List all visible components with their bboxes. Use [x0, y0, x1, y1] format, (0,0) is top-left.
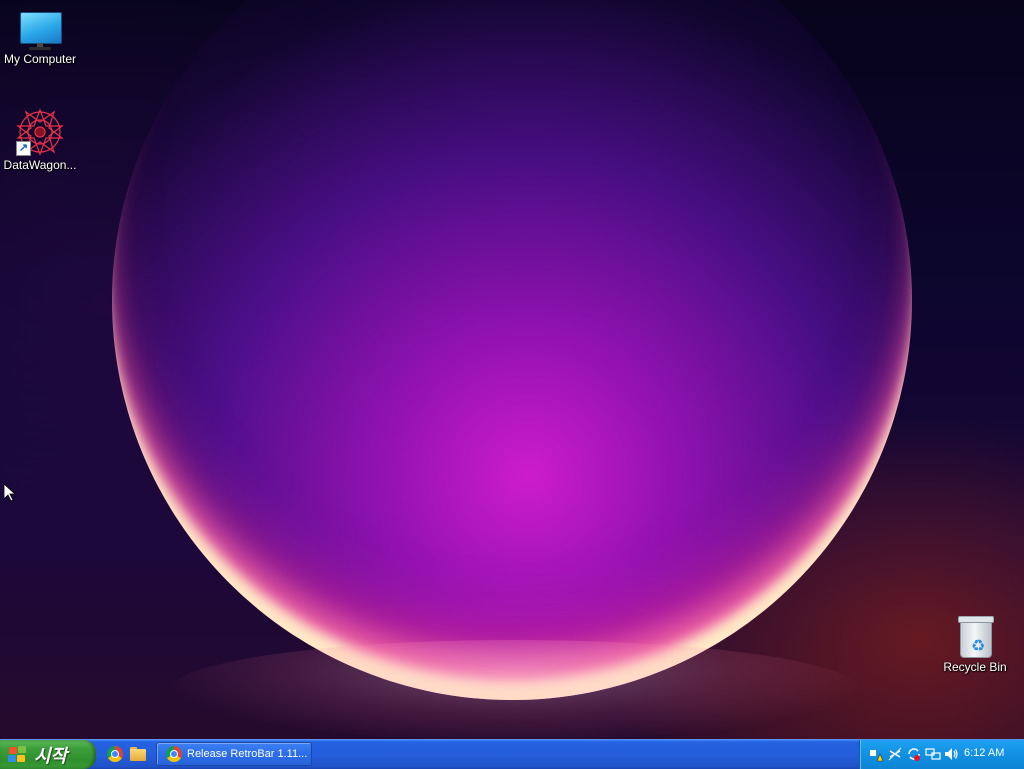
network-warning-icon[interactable]: [868, 746, 884, 762]
system-tray: 6:12 AM: [859, 740, 1024, 769]
quick-launch-chrome[interactable]: [106, 745, 124, 763]
sync-icon[interactable]: [906, 746, 922, 762]
bluetooth-icon[interactable]: [887, 746, 903, 762]
taskbar-window-button[interactable]: Release RetroBar 1.11...: [156, 742, 312, 766]
desktop[interactable]: My Computer ↗ DataWagon... ♻ Recycle Bin: [0, 0, 1024, 739]
network-icon[interactable]: [925, 746, 941, 762]
desktop-icon-label: Recycle Bin: [943, 660, 1007, 674]
volume-icon[interactable]: [943, 746, 959, 762]
recycle-bin-icon: ♻: [956, 614, 994, 658]
shortcut-arrow-icon: ↗: [16, 141, 31, 156]
start-label: 시작: [34, 745, 68, 766]
folder-icon: [130, 747, 146, 761]
wallpaper-orb: [112, 0, 912, 700]
wallpaper-glow: [170, 640, 860, 739]
desktop-icon-my-computer[interactable]: My Computer: [0, 10, 80, 66]
chrome-icon: [107, 746, 123, 762]
desktop-icon-recycle-bin[interactable]: ♻ Recycle Bin: [935, 614, 1015, 674]
quick-launch-file-explorer[interactable]: [129, 745, 147, 763]
desktop-icon-label: DataWagon...: [3, 158, 77, 172]
mouse-cursor-icon: [4, 484, 16, 502]
monitor-icon: [18, 10, 62, 50]
datawagon-icon: ↗: [16, 108, 64, 156]
desktop-icon-datawagon[interactable]: ↗ DataWagon...: [0, 108, 80, 172]
windows-logo-icon: [8, 745, 28, 764]
start-button[interactable]: 시작: [0, 740, 96, 769]
taskbar: 시작 Release RetroBar 1.11... 6:12 AM: [0, 739, 1024, 769]
taskbar-window-title: Release RetroBar 1.11...: [187, 748, 308, 760]
desktop-icon-label: My Computer: [3, 52, 77, 66]
clock[interactable]: 6:12 AM: [964, 747, 1004, 759]
chrome-icon: [166, 746, 182, 762]
